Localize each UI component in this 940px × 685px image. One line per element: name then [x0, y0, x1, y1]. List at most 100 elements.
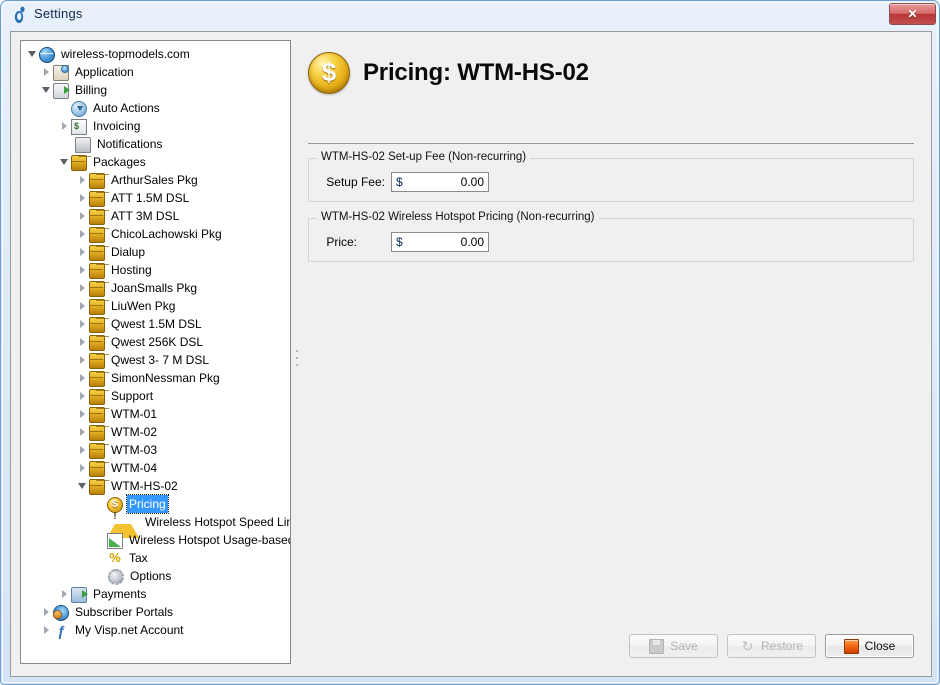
- price-row: Price: $ 0.00: [317, 232, 489, 252]
- chevron-right-icon[interactable]: [77, 423, 89, 441]
- package-icon: [89, 172, 105, 189]
- tree-item-label: ATT 1.5M DSL: [111, 191, 190, 205]
- package-icon: [89, 190, 105, 207]
- chevron-right-icon[interactable]: [59, 585, 71, 603]
- tree-item-label: Auto Actions: [93, 101, 160, 115]
- chevron-right-icon[interactable]: [77, 279, 89, 297]
- tree-item-arthursales-pkg[interactable]: ArthurSales Pkg: [21, 171, 290, 189]
- tree-item-label: Dialup: [111, 245, 146, 259]
- chevron-right-icon[interactable]: [77, 459, 89, 477]
- tree-item-wtm-hs-02[interactable]: WTM-HS-02: [21, 477, 290, 495]
- settings-tree-panel[interactable]: wireless-topmodels.com Application Billing…: [20, 40, 291, 664]
- tree-item-label: Tax: [129, 551, 148, 565]
- chevron-down-icon[interactable]: [77, 477, 89, 495]
- portal-icon: [53, 604, 69, 621]
- package-icon: [89, 442, 105, 459]
- tree-item-auto-actions[interactable]: Auto Actions: [21, 99, 290, 117]
- application-icon: [53, 64, 69, 81]
- tree-item-label: JoanSmalls Pkg: [111, 281, 198, 295]
- tree-item-wireless-hotspot-usage-based-billing[interactable]: Wireless Hotspot Usage-based Billing: [21, 531, 290, 549]
- tree-item-liuwen-pkg[interactable]: LiuWen Pkg: [21, 297, 290, 315]
- tree-item-label: WTM-01: [111, 407, 157, 421]
- chevron-down-icon[interactable]: [59, 153, 71, 171]
- chevron-right-icon[interactable]: [77, 225, 89, 243]
- chevron-right-icon[interactable]: [77, 441, 89, 459]
- tree-item-wtm-01[interactable]: WTM-01: [21, 405, 290, 423]
- percent-icon: %: [109, 549, 121, 565]
- package-icon: [89, 334, 105, 351]
- tree-item-simonnessman-pkg[interactable]: SimonNessman Pkg: [21, 369, 290, 387]
- window-close-button[interactable]: ✕: [889, 3, 936, 25]
- tree-item-dialup[interactable]: Dialup: [21, 243, 290, 261]
- package-icon: [89, 244, 105, 261]
- tree-item-label: LiuWen Pkg: [111, 299, 176, 313]
- tree-item-billing[interactable]: Billing: [21, 81, 290, 99]
- setup-fee-currency: $: [396, 175, 403, 189]
- chevron-right-icon[interactable]: [41, 603, 53, 621]
- client-area: wireless-topmodels.com Application Billing…: [10, 31, 932, 677]
- header-divider: [308, 143, 914, 144]
- tree-item-wtm-02[interactable]: WTM-02: [21, 423, 290, 441]
- chevron-down-icon[interactable]: [27, 45, 39, 63]
- chevron-right-icon[interactable]: [77, 351, 89, 369]
- chevron-right-icon[interactable]: [77, 405, 89, 423]
- chevron-right-icon[interactable]: [77, 171, 89, 189]
- chevron-right-icon[interactable]: [77, 189, 89, 207]
- tree-item-hosting[interactable]: Hosting: [21, 261, 290, 279]
- payments-icon: [71, 587, 88, 603]
- tree-item-my-visp-net-account[interactable]: ƒ My Visp.net Account: [21, 621, 290, 639]
- save-button[interactable]: Save: [629, 634, 718, 658]
- chevron-right-icon[interactable]: [77, 297, 89, 315]
- package-icon: [89, 424, 105, 441]
- tree-item-label: Packages: [93, 155, 146, 169]
- package-icon: [89, 298, 105, 315]
- chevron-right-icon[interactable]: [77, 333, 89, 351]
- save-icon: [649, 638, 665, 654]
- tree-item-chicolachowski-pkg[interactable]: ChicoLachowski Pkg: [21, 225, 290, 243]
- tree-item-support[interactable]: Support: [21, 387, 290, 405]
- tree-item-payments[interactable]: Payments: [21, 585, 290, 603]
- chevron-right-icon[interactable]: [59, 117, 71, 135]
- price-input[interactable]: $ 0.00: [391, 232, 489, 252]
- chevron-right-icon[interactable]: [41, 621, 53, 639]
- chevron-right-icon[interactable]: [77, 243, 89, 261]
- chevron-right-icon[interactable]: [77, 261, 89, 279]
- tree-item-pricing[interactable]: $ Pricing: [21, 494, 290, 514]
- restore-button[interactable]: ↻ Restore: [727, 634, 816, 658]
- setup-fee-input[interactable]: $ 0.00: [391, 172, 489, 192]
- tree-item-label: Qwest 256K DSL: [111, 335, 204, 349]
- tree-item-wtm-04[interactable]: WTM-04: [21, 459, 290, 477]
- tree-item-qwest-3-7-m-dsl[interactable]: Qwest 3- 7 M DSL: [21, 351, 290, 369]
- panel-splitter[interactable]: [292, 40, 302, 664]
- chevron-down-icon[interactable]: [41, 81, 53, 99]
- setup-fee-label: Setup Fee:: [326, 175, 385, 189]
- tree-item-qwest-256k-dsl[interactable]: Qwest 256K DSL: [21, 333, 290, 351]
- tree-item-tax[interactable]: % Tax: [21, 549, 290, 567]
- tree-item-wtm-03[interactable]: WTM-03: [21, 441, 290, 459]
- chevron-right-icon[interactable]: [77, 207, 89, 225]
- tree-item-notifications[interactable]: Notifications: [21, 135, 290, 153]
- page-header: Pricing: WTM-HS-02: [308, 52, 589, 94]
- tree-item-label: SimonNessman Pkg: [111, 371, 220, 385]
- tree-item-label: Options: [130, 569, 172, 583]
- chevron-right-icon[interactable]: [41, 63, 53, 81]
- chevron-right-icon[interactable]: [77, 369, 89, 387]
- tree-item-invoicing[interactable]: Invoicing: [21, 117, 290, 135]
- tree-item-att-3m-dsl[interactable]: ATT 3M DSL: [21, 207, 290, 225]
- tree-item-packages[interactable]: Packages: [21, 153, 290, 171]
- tree-item-subscriber-portals[interactable]: Subscriber Portals: [21, 603, 290, 621]
- tree-item-wireless-hotspot-speed-limits[interactable]: Wireless Hotspot Speed Limits: [21, 511, 290, 538]
- close-button[interactable]: Close: [825, 634, 914, 658]
- package-icon: [89, 352, 105, 369]
- settings-tree[interactable]: wireless-topmodels.com Application Billing…: [21, 45, 290, 645]
- tree-item-options[interactable]: Options: [21, 567, 290, 585]
- price-label: Price:: [326, 235, 357, 249]
- chevron-right-icon[interactable]: [77, 387, 89, 405]
- tree-item-application[interactable]: Application: [21, 63, 290, 81]
- tree-item-att-1-5m-dsl[interactable]: ATT 1.5M DSL: [21, 189, 290, 207]
- tree-item-wireless-topmodels-com[interactable]: wireless-topmodels.com: [21, 45, 290, 63]
- chevron-right-icon[interactable]: [77, 315, 89, 333]
- tree-item-qwest-1-5m-dsl[interactable]: Qwest 1.5M DSL: [21, 315, 290, 333]
- chart-icon: [107, 533, 123, 549]
- tree-item-joansmalls-pkg[interactable]: JoanSmalls Pkg: [21, 279, 290, 297]
